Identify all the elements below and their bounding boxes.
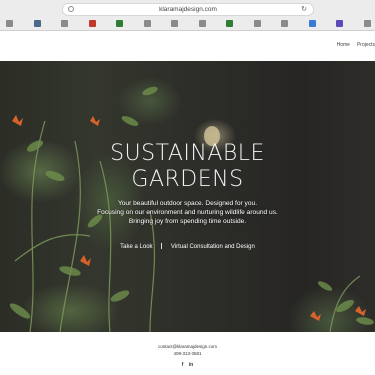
bookmark-icon[interactable] bbox=[116, 19, 124, 27]
bookmark-icon[interactable] bbox=[281, 19, 289, 27]
contact-phone: 408-313-3581 bbox=[173, 351, 202, 356]
bookmark-icon[interactable] bbox=[171, 19, 179, 27]
address-bar-url: klaramajdesign.com bbox=[159, 6, 217, 13]
bookmark-icon[interactable] bbox=[198, 19, 206, 27]
cta-divider bbox=[161, 243, 163, 249]
social-links: f in bbox=[0, 362, 375, 368]
virtual-consultation-link[interactable]: Virtual Consultation and Design bbox=[171, 244, 255, 250]
site-footer: contact@klaramajdesign.com 408-313-3581 … bbox=[0, 332, 375, 375]
hero-subtitle-line2: Focusing on our environment and nurturin… bbox=[97, 209, 278, 216]
reload-icon[interactable]: ↻ bbox=[301, 4, 307, 15]
address-bar[interactable]: klaramajdesign.com ↻ bbox=[62, 3, 314, 16]
bookmark-icon[interactable] bbox=[363, 19, 371, 27]
hero-title-line1: SUSTAINABLE bbox=[110, 141, 265, 166]
garden-photo bbox=[9, 86, 374, 332]
bookmark-icon[interactable] bbox=[61, 19, 69, 27]
browser-chrome: klaramajdesign.com ↻ bbox=[0, 0, 375, 31]
bookmarks-bar bbox=[6, 18, 371, 28]
contact-email[interactable]: contact@klaramajdesign.com bbox=[0, 344, 375, 349]
bookmark-icon[interactable] bbox=[226, 19, 234, 27]
bookmark-icon[interactable] bbox=[336, 19, 344, 27]
linkedin-icon[interactable]: in bbox=[189, 362, 193, 368]
bookmark-icon[interactable] bbox=[6, 19, 13, 27]
nav-projects[interactable]: Projects bbox=[357, 42, 375, 48]
facebook-icon[interactable]: f bbox=[182, 362, 184, 368]
bookmark-icon[interactable] bbox=[88, 19, 96, 27]
nav-home[interactable]: Home bbox=[337, 42, 350, 48]
site-header: Home Projects bbox=[0, 31, 375, 61]
hero-section: SUSTAINABLE GARDENS Your beautiful outdo… bbox=[0, 61, 375, 332]
main-nav: Home Projects bbox=[337, 42, 375, 48]
take-a-look-link[interactable]: Take a Look bbox=[120, 244, 152, 250]
site-info-icon[interactable] bbox=[68, 6, 74, 12]
cta-row: Take a Look Virtual Consultation and Des… bbox=[0, 243, 375, 250]
hero-title-line2: GARDENS bbox=[131, 167, 244, 192]
hero-subtitle-line3: Bringing joy from spending time outside. bbox=[128, 218, 247, 225]
bookmark-icon[interactable] bbox=[308, 19, 316, 27]
bookmark-icon[interactable] bbox=[253, 19, 261, 27]
bookmark-icon[interactable] bbox=[33, 19, 41, 27]
bookmark-icon[interactable] bbox=[143, 19, 151, 27]
hero-subtitle-line1: Your beautiful outdoor space. Designed f… bbox=[117, 200, 258, 207]
